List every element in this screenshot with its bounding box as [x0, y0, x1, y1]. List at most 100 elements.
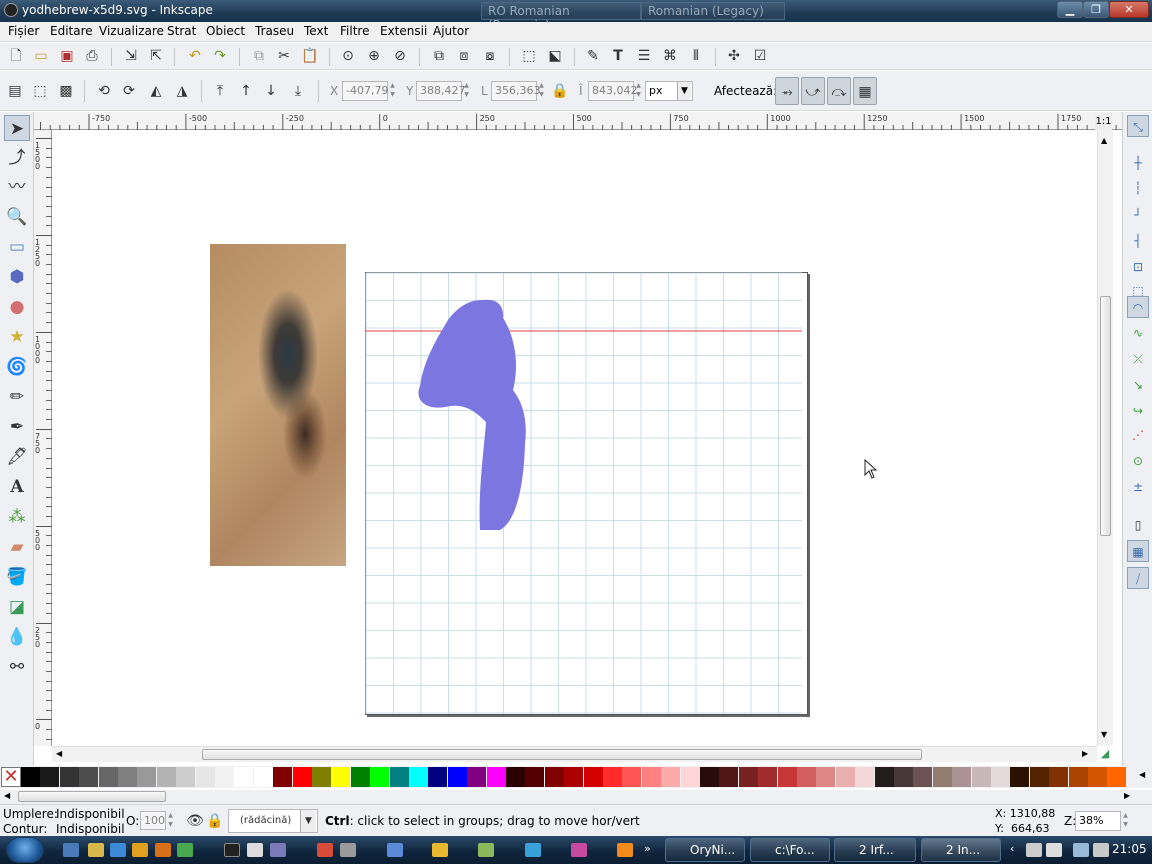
zoom-corner-icon[interactable]: 1:1 [1095, 113, 1112, 130]
color-swatch[interactable] [816, 767, 836, 787]
save-icon[interactable]: ▣ [57, 46, 77, 66]
task-button-1[interactable]: OryNi... [665, 838, 745, 862]
quick-launch-overflow-icon[interactable]: » [644, 842, 651, 855]
app-icon-c[interactable] [387, 843, 403, 857]
deselect-icon[interactable]: ▩ [56, 81, 76, 101]
lower-bottom-icon[interactable]: ⤓ [288, 81, 308, 101]
color-swatch[interactable] [389, 767, 409, 787]
stroke-value[interactable]: Indisponibil [56, 822, 125, 836]
color-swatch[interactable] [719, 767, 739, 787]
palette-scrollbar[interactable]: ◀ ▶ [0, 790, 1152, 804]
color-swatch[interactable] [273, 767, 293, 787]
scroll-up-icon[interactable]: ▲ [1101, 136, 1107, 145]
color-swatch[interactable] [564, 767, 584, 787]
x-field[interactable]: -407,79 [342, 81, 388, 101]
document-properties-icon[interactable]: ☑ [750, 46, 770, 66]
color-swatch[interactable] [195, 767, 215, 787]
color-swatch[interactable] [506, 767, 525, 787]
rotate-cw-icon[interactable]: ⟳ [119, 81, 139, 101]
color-swatch[interactable] [544, 767, 564, 787]
redo-icon[interactable]: ↷ [210, 46, 230, 66]
clone-icon[interactable]: ⧈ [454, 46, 474, 66]
palette-scroll-thumb[interactable] [18, 791, 166, 802]
align-distribute-icon[interactable]: ⫴ [686, 46, 706, 66]
width-field[interactable]: 356,363 [491, 81, 541, 101]
color-swatch[interactable] [758, 767, 778, 787]
color-swatch[interactable] [971, 767, 991, 787]
color-swatch[interactable] [137, 767, 157, 787]
explorer-icon[interactable] [88, 843, 104, 857]
flip-horizontal-icon[interactable]: ◭ [146, 81, 166, 101]
ungroup-icon[interactable]: ⬕ [545, 46, 565, 66]
volume-icon[interactable] [1093, 843, 1109, 857]
calligraphy-tool-icon[interactable]: 🖋 [4, 444, 30, 470]
spray-tool-icon[interactable]: ⁂ [4, 504, 30, 530]
palette-menu-icon[interactable]: ◀ [1139, 770, 1145, 779]
scroll-down-icon[interactable]: ▼ [1101, 730, 1107, 739]
color-swatch[interactable] [1107, 767, 1127, 787]
snap-toggle-icon[interactable]: ⤡ [1127, 115, 1149, 137]
flip-vertical-icon[interactable]: ◮ [172, 81, 192, 101]
color-swatch[interactable] [176, 767, 196, 787]
fill-value[interactable]: Indisponibil [56, 807, 125, 821]
scale-corners-icon[interactable]: ⤻ [801, 77, 825, 105]
tweak-tool-icon[interactable]: 〰 [4, 174, 30, 200]
snap-page-icon[interactable]: ▯ [1127, 514, 1149, 536]
color-swatch[interactable] [661, 767, 681, 787]
no-paint-swatch-icon[interactable]: ✕ [1, 767, 21, 787]
color-swatch[interactable] [21, 767, 40, 787]
paste-icon[interactable]: 📋 [300, 46, 320, 66]
menu-edit[interactable]: Editare [50, 24, 93, 38]
snap-bbox-corner-icon[interactable]: ┘ [1127, 204, 1149, 226]
color-swatch[interactable] [738, 767, 758, 787]
app-icon-b[interactable] [340, 843, 356, 857]
print-icon[interactable]: ⎙ [82, 46, 102, 66]
color-swatch[interactable] [40, 767, 60, 787]
color-swatch[interactable] [1010, 767, 1030, 787]
selector-tool-icon[interactable]: ➤ [4, 115, 30, 141]
keyboard-layout-indicator[interactable]: Romanian (Legacy) [641, 2, 785, 20]
zoom-drawing-icon[interactable]: ⊕ [364, 46, 384, 66]
horizontal-scrollbar[interactable]: ◀ ▶ [52, 746, 1097, 762]
x-spinner[interactable]: ▲ ▼ [388, 81, 397, 101]
color-swatch[interactable] [467, 767, 487, 787]
color-swatch[interactable] [253, 767, 273, 787]
chrome-icon[interactable] [177, 843, 193, 857]
unit-select[interactable]: px ▼ [645, 81, 693, 101]
horizontal-scroll-thumb[interactable] [202, 749, 922, 760]
undo-icon[interactable]: ↶ [185, 46, 205, 66]
duplicate-object-icon[interactable]: ⧉ [429, 46, 449, 66]
color-swatch[interactable] [292, 767, 312, 787]
notepad-icon[interactable] [247, 843, 263, 857]
tray-icon-2[interactable] [1046, 843, 1062, 857]
color-swatch[interactable] [835, 767, 855, 787]
minimize-button[interactable]: ▁ [1057, 1, 1083, 18]
y-spinner[interactable]: ▲ ▼ [462, 81, 471, 101]
text-tool-icon[interactable]: A [4, 474, 30, 500]
lock-ratio-icon[interactable]: 🔒 [550, 81, 570, 101]
layer-lock-icon[interactable]: 🔒 [205, 811, 225, 831]
unlink-clone-icon[interactable]: ⧇ [480, 46, 500, 66]
color-swatch[interactable] [622, 767, 642, 787]
color-swatch[interactable] [156, 767, 176, 787]
dropper-tool-icon[interactable]: 💧 [4, 624, 30, 650]
star-tool-icon[interactable]: ★ [4, 324, 30, 350]
app-icon-g[interactable] [571, 843, 587, 857]
transform-gradients-icon[interactable]: ⤼ [827, 77, 851, 105]
ellipse-tool-icon[interactable]: ● [4, 294, 30, 320]
color-swatch[interactable] [79, 767, 99, 787]
vertical-ruler[interactable]: 1500 1250 1000 750 500 250 0 [34, 130, 52, 746]
opacity-field[interactable]: 100 [140, 811, 166, 830]
app-icon-f[interactable] [525, 843, 541, 857]
preferences-icon[interactable]: ✣ [724, 46, 744, 66]
snap-bbox-icon[interactable]: ┼ [1127, 152, 1149, 174]
snap-cusp-nodes-icon[interactable]: ↘ [1127, 374, 1149, 396]
3d-box-tool-icon[interactable]: ⬢ [4, 264, 30, 290]
app-icon-a[interactable] [317, 843, 333, 857]
color-swatch[interactable] [215, 767, 234, 787]
color-swatch[interactable] [952, 767, 972, 787]
color-swatch[interactable] [932, 767, 952, 787]
rotate-ccw-icon[interactable]: ⟲ [94, 81, 114, 101]
visibility-eye-icon[interactable]: 👁 [185, 811, 205, 831]
color-swatch[interactable] [1088, 767, 1107, 787]
